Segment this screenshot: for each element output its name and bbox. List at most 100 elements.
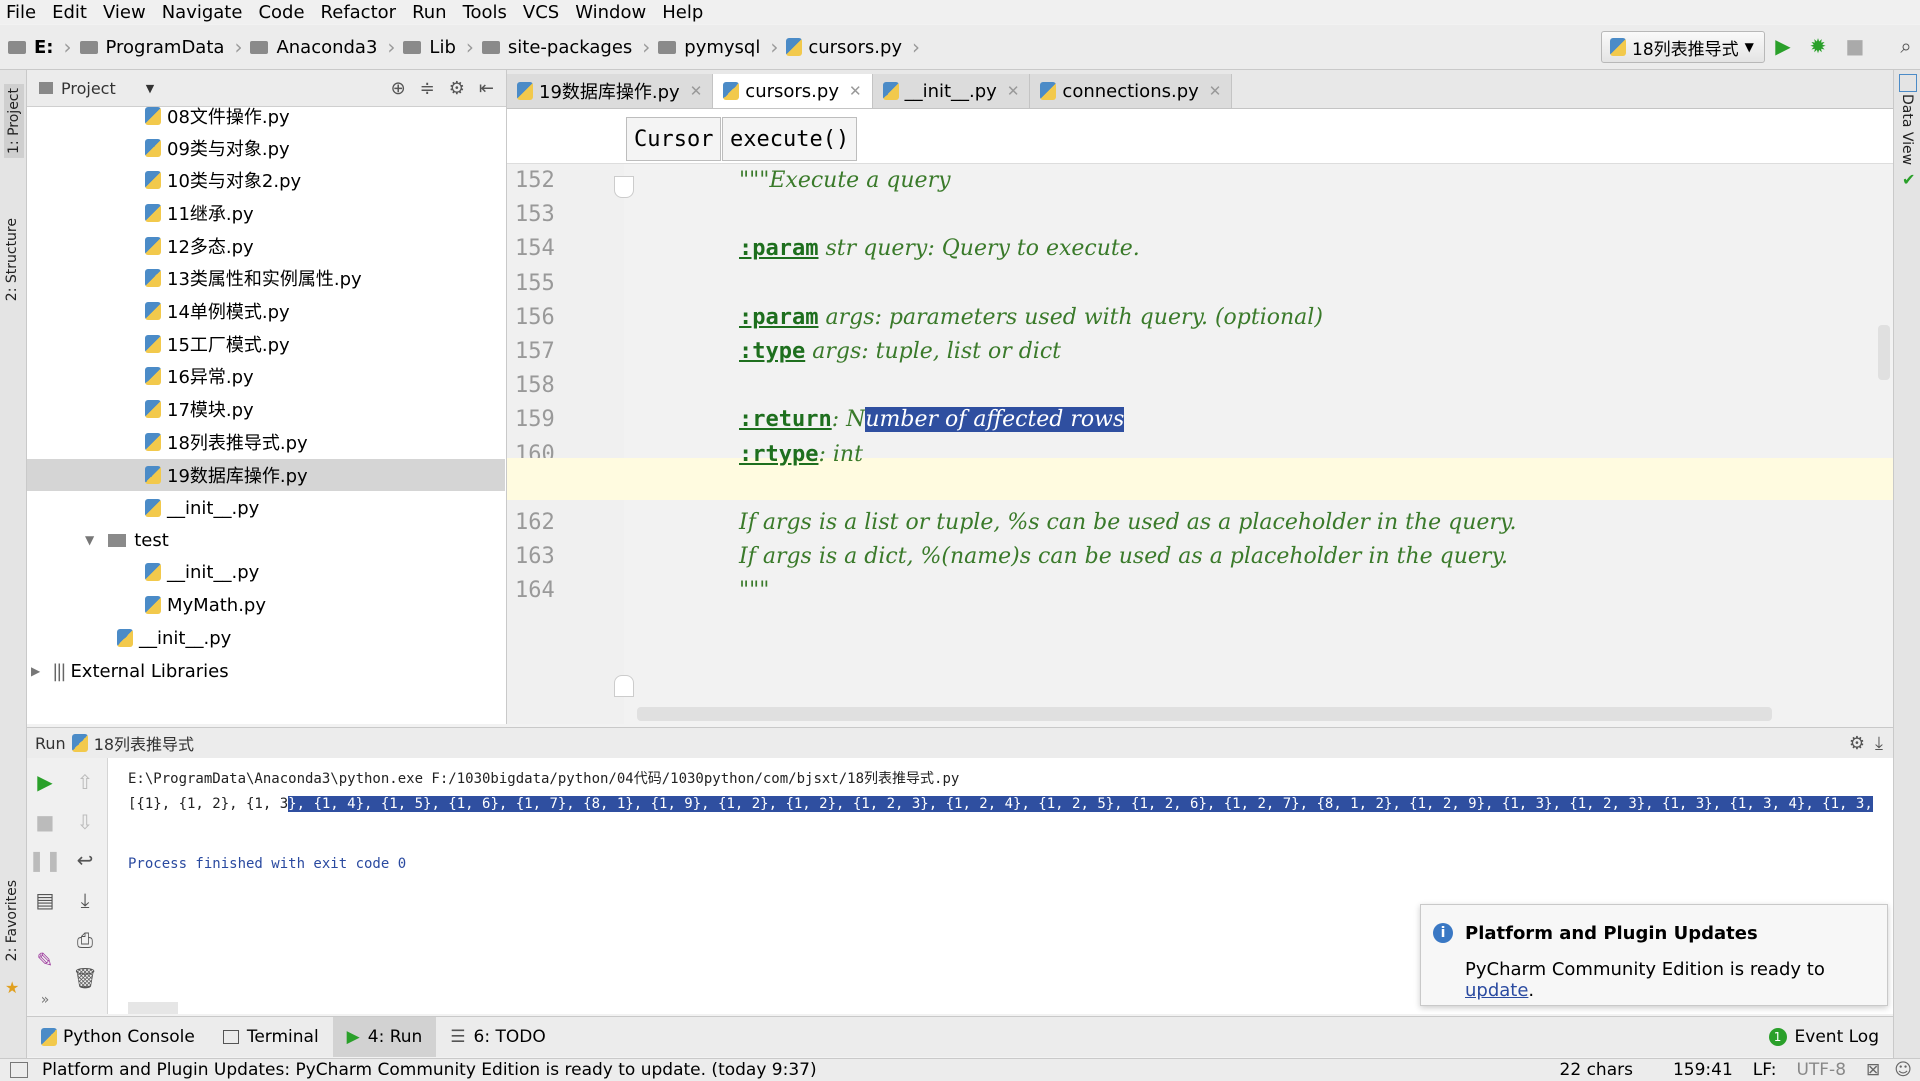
inspector-icon[interactable]: ☺ (1894, 1060, 1912, 1080)
stop-button[interactable]: ■ (33, 810, 57, 834)
chevron-down-icon[interactable]: ▼ (146, 82, 154, 95)
code-line[interactable]: :rtype: int (739, 442, 863, 467)
tab-cursors[interactable]: cursors.py ✕ (713, 74, 873, 108)
tree-file[interactable]: __init__.py (117, 622, 231, 654)
favorites-tool-button[interactable]: 2: Favorites (4, 880, 20, 961)
code-line[interactable]: """ (739, 578, 769, 603)
up-stack-button[interactable]: ⇧ (73, 770, 97, 794)
crumb-lib[interactable]: Lib › (403, 35, 474, 59)
close-icon[interactable]: ✕ (1209, 82, 1222, 100)
code-line[interactable]: If args is a list or tuple, %s can be us… (739, 510, 1516, 535)
layout-button[interactable]: ▤ (33, 888, 57, 912)
crumb-cursors[interactable]: cursors.py › (786, 35, 920, 59)
project-tool-button[interactable]: 1: Project (4, 84, 24, 158)
crumb-anaconda3[interactable]: Anaconda3 › (250, 35, 395, 59)
caret-position[interactable]: 159:41 (1673, 1060, 1733, 1080)
close-icon[interactable]: ✕ (690, 82, 703, 100)
pause-button[interactable]: ❚❚ (28, 848, 62, 872)
crumb-pymysql[interactable]: pymysql › (658, 35, 778, 59)
rerun-button[interactable]: ▶ (33, 770, 57, 794)
terminal-tab[interactable]: Terminal (209, 1017, 333, 1057)
code-line[interactable]: """Execute a query (739, 168, 951, 193)
project-view-selector[interactable]: Project (61, 79, 116, 98)
scroll-end-button[interactable]: ⤓ (73, 888, 97, 912)
debug-button[interactable]: ✹ (1805, 33, 1831, 59)
run-button[interactable]: ▶ (1770, 33, 1796, 59)
hide-icon[interactable]: ⇤ (479, 78, 494, 99)
status-message[interactable]: Platform and Plugin Updates: PyCharm Com… (42, 1060, 817, 1080)
tree-file[interactable]: __init__.py (145, 556, 259, 588)
menu-edit[interactable]: Edit (46, 2, 97, 23)
code-line[interactable]: :type args: tuple, list or dict (739, 339, 1061, 364)
fold-marker-icon[interactable] (614, 675, 634, 697)
menu-code[interactable]: Code (252, 2, 314, 23)
tree-file[interactable]: MyMath.py (145, 589, 266, 621)
tree-file[interactable]: 08文件操作.py (145, 100, 290, 132)
tree-file[interactable]: 11继承.py (145, 197, 254, 229)
tree-file[interactable]: 14单例模式.py (145, 295, 290, 327)
run-tab[interactable]: ▶ 4: Run (332, 1017, 437, 1057)
tree-file[interactable]: 17模块.py (145, 393, 254, 425)
gear-icon[interactable]: ⚙ (449, 78, 465, 99)
close-icon[interactable]: ✕ (1007, 82, 1020, 100)
lock-icon[interactable]: ⊠ (1866, 1060, 1880, 1080)
todo-tab[interactable]: ☰ 6: TODO (436, 1017, 559, 1057)
menu-vcs[interactable]: VCS (517, 2, 569, 23)
tab-init[interactable]: __init__.py ✕ (872, 74, 1031, 108)
close-icon[interactable]: ✕ (849, 82, 862, 100)
tree-file-selected[interactable]: 19数据库操作.py (27, 459, 505, 491)
menu-window[interactable]: Window (569, 2, 656, 23)
down-stack-button[interactable]: ⇩ (73, 810, 97, 834)
code-line[interactable]: If args is a dict, %(name)s can be used … (739, 544, 1508, 569)
menu-run[interactable]: Run (406, 2, 457, 23)
menu-tools[interactable]: Tools (457, 2, 517, 23)
search-everywhere-button[interactable]: ⌕ (1893, 33, 1919, 59)
crumb-site-packages[interactable]: site-packages › (481, 35, 650, 59)
code-line[interactable]: :param args: parameters used with query.… (739, 305, 1323, 330)
crumb-class-cursor[interactable]: Cursor (626, 117, 722, 161)
gear-icon[interactable]: ⚙ (1849, 733, 1865, 754)
tab-db-operations[interactable]: 19数据库操作.py ✕ (507, 74, 714, 108)
menu-help[interactable]: Help (656, 2, 713, 23)
data-view-tool-button[interactable]: Data View (1899, 94, 1915, 165)
tree-file[interactable]: __init__.py (145, 492, 259, 524)
menu-navigate[interactable]: Navigate (156, 2, 253, 23)
editor-vertical-scrollbar[interactable] (1878, 325, 1890, 380)
clear-button[interactable]: 🗑 (72, 966, 97, 990)
code-line[interactable]: :return: Number of affected rows (739, 407, 1125, 433)
collapse-icon[interactable]: ≑ (420, 78, 435, 99)
run-config-selector[interactable]: 18列表推导式 ▼ (1601, 31, 1765, 63)
crumb-drive[interactable]: E: › (8, 35, 72, 59)
crumb-programdata[interactable]: ProgramData › (79, 35, 242, 59)
menu-refactor[interactable]: Refactor (315, 2, 407, 23)
tree-file[interactable]: 16异常.py (145, 360, 254, 392)
tree-file[interactable]: 18列表推导式.py (145, 426, 308, 458)
tree-file[interactable]: 09类与对象.py (145, 132, 290, 164)
tree-external-libraries[interactable]: ▶ ||| External Libraries (31, 655, 229, 687)
tree-file[interactable]: 10类与对象2.py (145, 164, 301, 196)
crumb-method-execute[interactable]: execute() (722, 117, 858, 161)
print-button[interactable]: ⎙ (73, 928, 97, 952)
update-link[interactable]: update (1465, 980, 1528, 1001)
file-encoding[interactable]: UTF-8 (1796, 1060, 1846, 1080)
update-notification[interactable]: i Platform and Plugin Updates PyCharm Co… (1420, 904, 1888, 1006)
soft-wrap-button[interactable]: ↩ (73, 848, 97, 872)
tree-file[interactable]: 12多态.py (145, 230, 254, 262)
tab-connections[interactable]: connections.py ✕ (1030, 74, 1233, 108)
editor-horizontal-scrollbar[interactable] (637, 707, 1772, 721)
toggle-tool-windows-icon[interactable] (10, 1062, 28, 1078)
code-line[interactable]: :param str query: Query to execute. (739, 236, 1140, 261)
event-log-tab[interactable]: 1 Event Log (1755, 1017, 1893, 1057)
tree-file[interactable]: 13类属性和实例属性.py (145, 262, 362, 294)
tree-folder-test[interactable]: ▼ test (85, 524, 169, 556)
console-horizontal-scrollbar[interactable] (128, 1002, 178, 1014)
python-console-tab[interactable]: Python Console (27, 1017, 209, 1057)
tree-file[interactable]: 15工厂模式.py (145, 328, 290, 360)
code-area[interactable]: """Execute a query :param str query: Quer… (624, 164, 1893, 724)
line-separator[interactable]: LF: (1753, 1060, 1777, 1080)
more-button[interactable]: » (33, 988, 57, 1012)
stop-button[interactable]: ■ (1842, 33, 1868, 59)
menu-file[interactable]: File (0, 2, 46, 23)
structure-tool-button[interactable]: 2: Structure (4, 218, 20, 301)
menu-view[interactable]: View (97, 2, 156, 23)
